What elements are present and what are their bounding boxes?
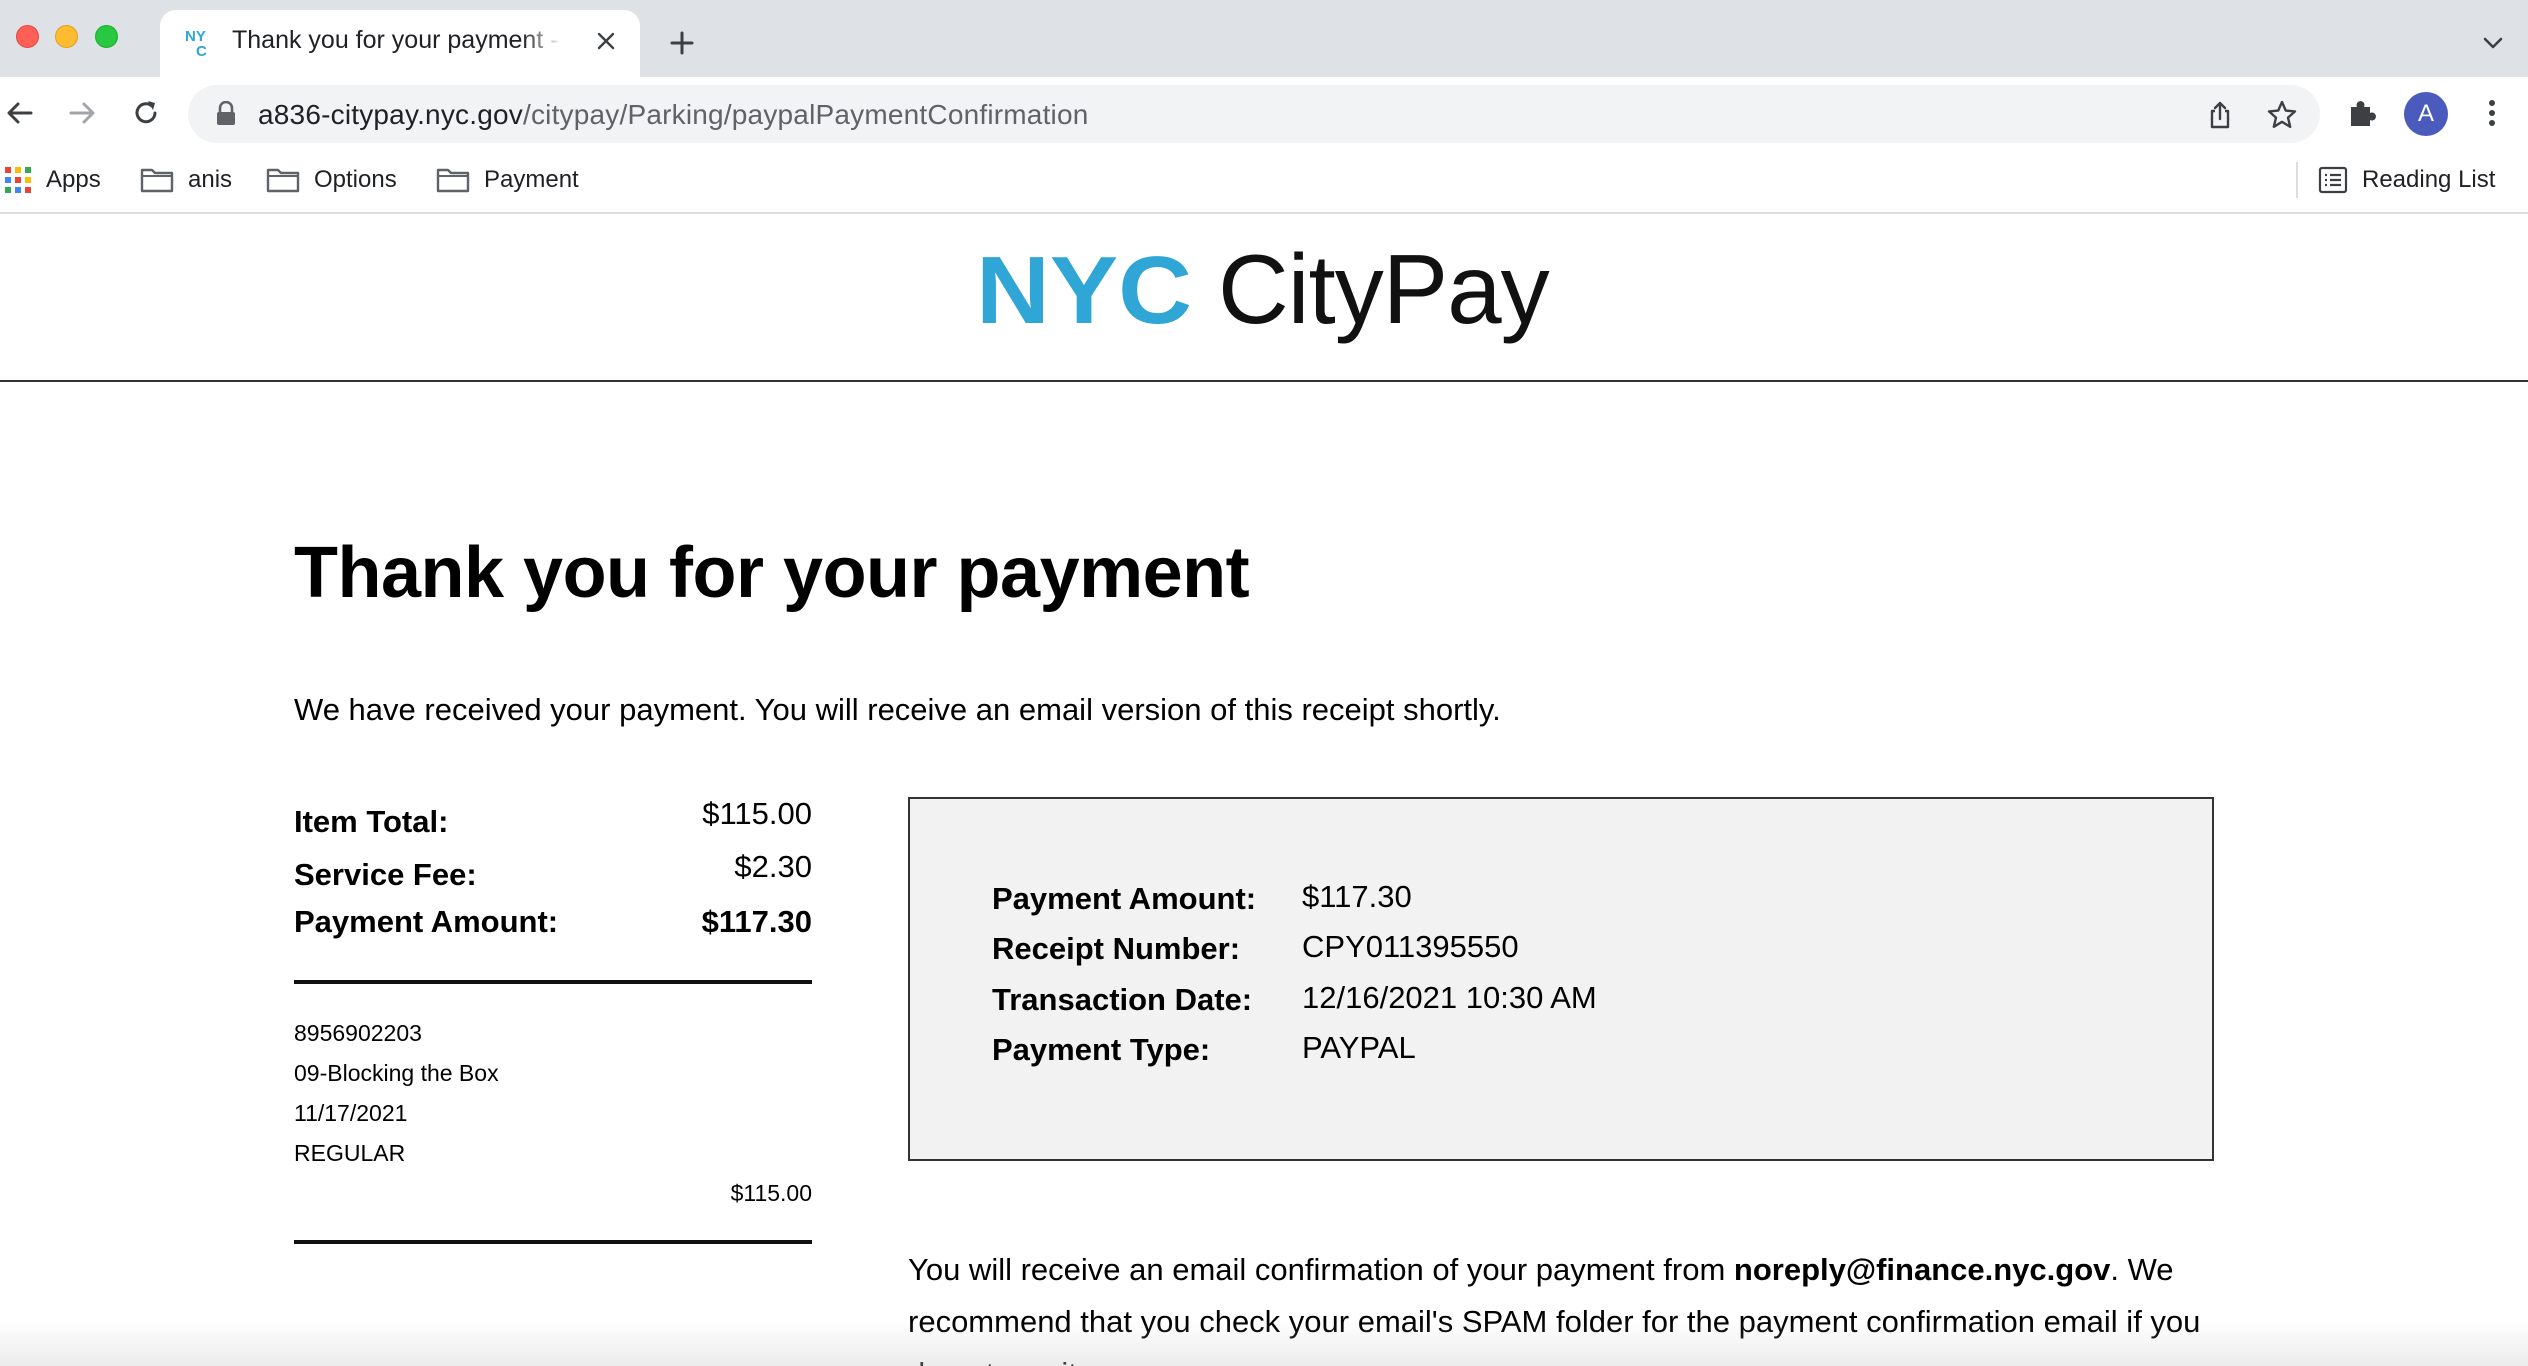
window-minimize-button[interactable] (55, 25, 78, 48)
item-type: REGULAR (294, 1140, 406, 1166)
item-date: 11/17/2021 (294, 1100, 408, 1126)
payment-type-label: Payment Type: (992, 1032, 1211, 1067)
email-confirmation-text: You will receive an email confirmation o… (908, 1244, 2228, 1366)
lock-icon[interactable] (214, 101, 238, 127)
forward-arrow-icon[interactable] (64, 95, 100, 131)
profile-avatar[interactable]: A (2404, 92, 2448, 136)
service-fee-label: Service Fee: (294, 857, 477, 892)
url-path: /citypay/Parking/paypalPaymentConfirmati… (522, 99, 1089, 130)
payment-amount-label: Payment Amount: (294, 904, 559, 939)
service-fee-value: $2.30 (734, 849, 812, 884)
window-close-button[interactable] (16, 25, 39, 48)
transaction-date-label: Transaction Date: (992, 982, 1253, 1017)
payment-amount-row: Payment Amount: $117.30 (294, 900, 812, 953)
payment-summary: Item Total: $115.00 Service Fee: $2.30 P… (294, 794, 812, 953)
tab-close-icon[interactable] (590, 25, 622, 57)
bookmark-label: Payment (484, 166, 579, 193)
reading-list-label: Reading List (2362, 166, 2496, 193)
receipt-box: Payment Amount: $117.30 Receipt Number: … (908, 797, 2214, 1161)
bookmark-star-icon[interactable] (2266, 99, 2298, 131)
reading-list-button[interactable]: Reading List (2318, 162, 2495, 198)
more-menu-icon[interactable] (2474, 95, 2510, 131)
service-fee-row: Service Fee: $2.30 (294, 847, 812, 900)
folder-icon (266, 168, 300, 193)
item-amount: $115.00 (730, 1180, 812, 1206)
browser-toolbar: a836-citypay.nyc.gov/citypay/Parking/pay… (0, 77, 2528, 150)
bookmark-apps[interactable]: Apps (4, 162, 101, 198)
bookmark-folder-options[interactable]: Options (266, 162, 397, 198)
item-total-label: Item Total: (294, 804, 449, 839)
extensions-puzzle-icon[interactable] (2344, 95, 2380, 131)
address-bar[interactable]: a836-citypay.nyc.gov/citypay/Parking/pay… (188, 85, 2320, 143)
citypay-logo-text: CityPay (1218, 233, 1550, 344)
receipt-payment-amount-value: $117.30 (1302, 879, 1412, 914)
folder-icon (436, 168, 470, 193)
receipt-payment-amount-label: Payment Amount: (992, 881, 1257, 916)
new-tab-icon[interactable] (664, 25, 700, 61)
bookmark-label: anis (188, 166, 233, 193)
payment-amount-value: $117.30 (701, 904, 812, 939)
site-header: NYC CityPay (0, 214, 2528, 382)
bookmark-label: Apps (46, 166, 101, 193)
bookmark-folder-anis[interactable]: anis (140, 162, 232, 198)
confirmation-email: noreply@finance.nyc.gov (1733, 1252, 2111, 1287)
bookmark-label: Options (314, 166, 397, 193)
item-total-row: Item Total: $115.00 (294, 794, 812, 847)
citypay-logo[interactable]: NYC CityPay (976, 224, 1550, 354)
active-tab[interactable]: NY C Thank you for your payment - NYC Ci… (160, 10, 640, 77)
page-title: Thank you for your payment (294, 533, 1250, 613)
summary-divider (294, 980, 812, 984)
url-text: a836-citypay.nyc.gov/citypay/Parking/pay… (258, 99, 1089, 131)
url-host: a836-citypay.nyc.gov (258, 99, 523, 130)
browser-tab-strip: NY C Thank you for your payment - NYC Ci… (0, 0, 2528, 77)
folder-icon (140, 168, 174, 193)
payment-type-value: PAYPAL (1302, 1030, 1416, 1065)
reading-list-icon (2318, 166, 2348, 194)
bookmark-folder-payment[interactable]: Payment (436, 162, 579, 198)
nyc-logo-mark: NYC (976, 247, 1192, 331)
intro-text: We have received your payment. You will … (294, 692, 1501, 727)
window-zoom-button[interactable] (95, 25, 118, 48)
chevron-down-icon[interactable] (2478, 28, 2508, 58)
confirmation-text-before: You will receive an email confirmation o… (908, 1252, 1734, 1287)
item-violation: 09-Blocking the Box (294, 1060, 499, 1086)
receipt-number-label: Receipt Number: (992, 931, 1241, 966)
share-icon[interactable] (2204, 99, 2236, 131)
tab-title: Thank you for your payment - NYC CityPay (232, 26, 562, 54)
bookmarks-divider (2296, 162, 2298, 198)
bookmarks-bar: Apps anis Options Payment Reading List (0, 150, 2528, 214)
item-divider (294, 1240, 812, 1244)
svg-text:C: C (196, 43, 207, 58)
back-arrow-icon[interactable] (2, 95, 38, 131)
nyc-icon: NY C (185, 28, 207, 58)
nyc-logo-text: NYC (976, 247, 1192, 331)
item-total-value: $115.00 (702, 796, 812, 831)
receipt-number-value: CPY011395550 (1302, 929, 1519, 964)
transaction-date-value: 12/16/2021 10:30 AM (1302, 980, 1597, 1015)
reload-icon[interactable] (128, 95, 164, 131)
apps-grid-icon (5, 167, 31, 193)
item-number: 8956902203 (294, 1020, 422, 1046)
